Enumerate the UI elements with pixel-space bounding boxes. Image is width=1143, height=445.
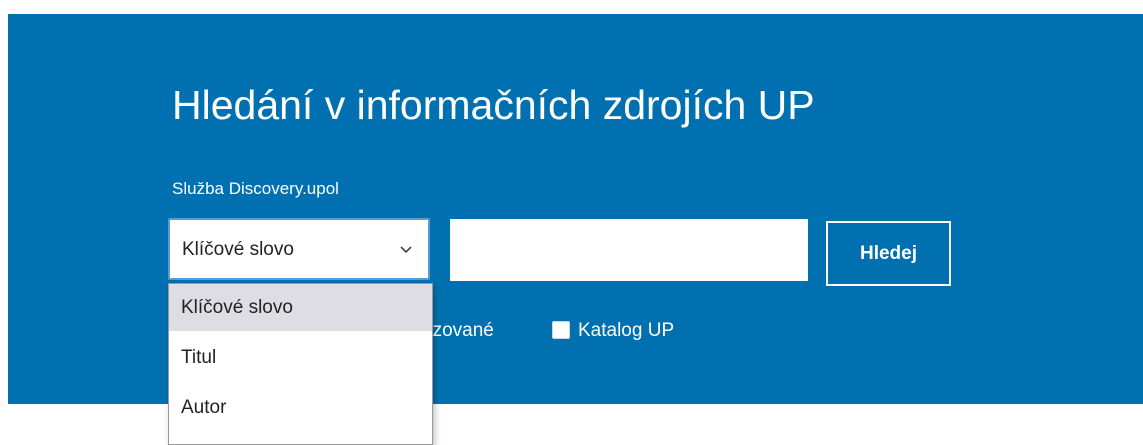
search-button[interactable]: Hledej — [826, 221, 951, 286]
checkbox-unchecked-icon[interactable] — [552, 321, 570, 339]
search-field-select-value: Klíčové slovo — [182, 239, 294, 260]
service-label: Služba Discovery.upol — [172, 179, 339, 198]
dropdown-option-autor[interactable]: Autor — [169, 384, 432, 431]
filter-option-katalog-up-label: Katalog UP — [578, 320, 675, 341]
page-title: Hledání v informačních zdrojích UP — [172, 82, 815, 128]
search-input[interactable] — [450, 219, 808, 281]
search-field-dropdown: Klíčové slovo Titul Autor — [168, 283, 433, 445]
chevron-down-icon — [400, 246, 412, 254]
dropdown-option-klicove-slovo[interactable]: Klíčové slovo — [169, 284, 432, 331]
search-field-select[interactable]: Klíčové slovo — [168, 218, 430, 280]
dropdown-option-titul[interactable]: Titul — [169, 334, 432, 381]
